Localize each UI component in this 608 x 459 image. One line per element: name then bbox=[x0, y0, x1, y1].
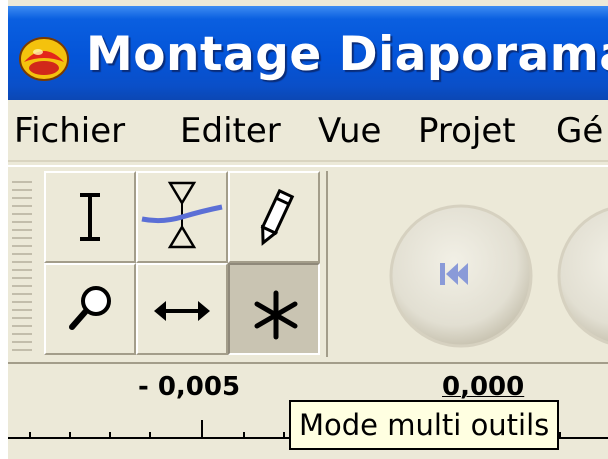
multi-tool-button[interactable] bbox=[228, 263, 320, 355]
menu-generer[interactable]: Gé bbox=[556, 100, 603, 160]
draw-tool-button[interactable] bbox=[228, 171, 320, 263]
play-button[interactable] bbox=[554, 201, 608, 351]
menu-projet[interactable]: Projet bbox=[418, 100, 516, 160]
i-beam-icon bbox=[80, 193, 100, 241]
envelope-tool-button[interactable] bbox=[136, 171, 228, 263]
menu-vue[interactable]: Vue bbox=[318, 100, 381, 160]
double-arrow-icon bbox=[154, 301, 210, 321]
window-title: Montage Diaporama bbox=[86, 27, 608, 82]
envelope-icon bbox=[141, 181, 223, 249]
menu-fichier[interactable]: Fichier bbox=[14, 100, 125, 160]
toolbar bbox=[8, 165, 608, 362]
asterisk-icon bbox=[254, 290, 298, 340]
menu-bar: Fichier Editer Vue Projet Gé bbox=[8, 100, 608, 162]
title-bar[interactable]: Montage Diaporama bbox=[8, 6, 608, 100]
menu-editer[interactable]: Editer bbox=[180, 100, 281, 160]
app-logo-icon bbox=[19, 37, 69, 81]
selection-tool-button[interactable] bbox=[44, 171, 136, 263]
timeshift-tool-button[interactable] bbox=[136, 263, 228, 355]
magnifier-icon bbox=[69, 286, 111, 330]
app-window: Montage Diaporama Fichier Editer Vue Pro… bbox=[8, 0, 608, 459]
ruler-label-negative: - 0,005 bbox=[138, 372, 241, 402]
tooltip: Mode multi outils bbox=[289, 400, 560, 450]
pencil-icon bbox=[260, 188, 295, 246]
toolbar-separator bbox=[326, 171, 328, 357]
skip-to-start-button[interactable] bbox=[386, 201, 536, 351]
ruler-label-zero: 0,000 bbox=[442, 372, 525, 402]
toolbar-grip[interactable] bbox=[12, 175, 32, 355]
zoom-tool-button[interactable] bbox=[44, 263, 136, 355]
